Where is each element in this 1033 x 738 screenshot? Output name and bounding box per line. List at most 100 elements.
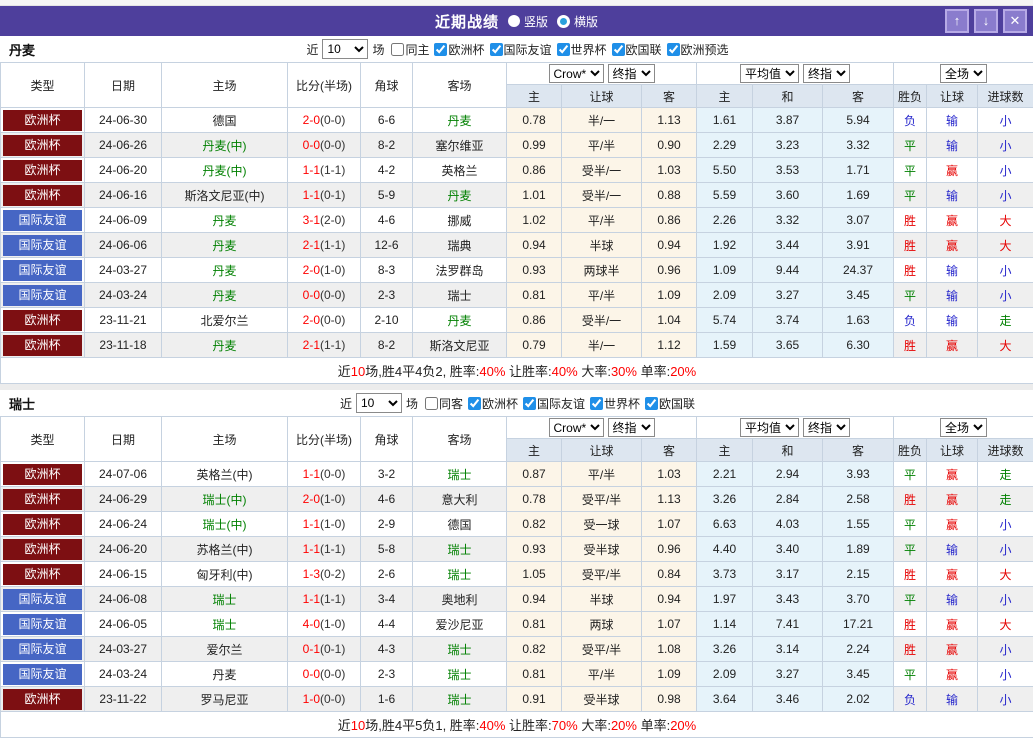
league-label: 欧洲预选 (680, 42, 729, 57)
league-label: 世界杯 (570, 42, 607, 57)
average-select[interactable]: 平均值 (740, 64, 799, 83)
same-venue-option[interactable]: 同客 (420, 395, 463, 412)
date-cell: 24-03-24 (84, 661, 162, 687)
team-title: 瑞士 (9, 396, 36, 412)
odds-away: 1.13 (641, 486, 697, 512)
league-filter-option[interactable]: 世界杯 (585, 395, 640, 412)
match-type-badge: 欧洲杯 (3, 184, 82, 206)
league-label: 欧国联 (625, 42, 662, 57)
result-handicap: 赢 (926, 611, 979, 637)
same-venue-option[interactable]: 同主 (386, 41, 429, 58)
league-label: 国际友谊 (537, 396, 586, 411)
sub-column-header: 主 (506, 438, 562, 462)
score-cell: 0-0(0-0) (287, 282, 361, 308)
league-filter-option[interactable]: 欧国联 (607, 41, 662, 58)
league-checkbox[interactable] (556, 42, 570, 56)
away-team: 塞尔维亚 (412, 132, 507, 158)
corner-cell: 8-2 (360, 132, 413, 158)
match-type-badge: 国际友谊 (3, 613, 82, 635)
avg-home: 6.63 (696, 511, 753, 537)
odds-away: 1.08 (641, 636, 697, 662)
league-filter-option[interactable]: 欧国联 (640, 395, 695, 412)
layout-radio-vertical[interactable]: 竖版 (507, 13, 548, 30)
match-type-badge: 国际友谊 (3, 638, 82, 660)
avg-home: 1.97 (696, 586, 753, 612)
same-venue-checkbox[interactable] (391, 42, 405, 56)
result-handicap: 赢 (926, 461, 979, 487)
away-team: 瑞士 (412, 536, 507, 562)
home-team: 丹麦 (161, 232, 288, 258)
score-cell: 4-0(1-0) (287, 611, 361, 637)
league-filter-option[interactable]: 国际友谊 (518, 395, 585, 412)
odds-final-select[interactable]: 终指 (607, 64, 655, 83)
select-group-header: 平均值 终指 (695, 416, 895, 439)
odds-source-select[interactable]: Crow* (548, 64, 604, 83)
match-count-select[interactable]: 10 (355, 393, 402, 413)
sub-column-header: 让球 (926, 84, 979, 108)
halftime-score: (1-1) (320, 592, 346, 606)
avg-final-select[interactable]: 终指 (803, 64, 850, 83)
match-row: 国际友谊 24-06-09 丹麦 3-1(2-0) 4-6 挪威 1.02 平/半 0.86 2.… (0, 207, 1033, 233)
close-icon[interactable]: ✕ (1003, 9, 1027, 33)
odds-away: 0.96 (641, 257, 697, 283)
avg-away: 17.21 (821, 611, 895, 637)
avg-draw: 3.74 (752, 307, 823, 333)
move-up-button[interactable]: ↑ (945, 9, 969, 33)
avg-draw: 3.44 (752, 232, 823, 258)
same-venue-checkbox[interactable] (424, 396, 438, 410)
league-filter-option[interactable]: 欧洲杯 (463, 395, 518, 412)
league-checkbox[interactable] (590, 396, 604, 410)
league-filter-option[interactable]: 世界杯 (552, 41, 607, 58)
avg-away: 3.45 (821, 282, 895, 308)
match-count-select[interactable]: 10 (322, 39, 369, 59)
average-select[interactable]: 平均值 (740, 418, 799, 437)
match-type-badge: 欧洲杯 (3, 109, 82, 131)
halftime-score: (0-0) (320, 667, 346, 681)
result-handicap: 输 (926, 686, 979, 712)
league-checkbox[interactable] (467, 396, 481, 410)
avg-home: 5.74 (696, 307, 753, 333)
odds-final-select[interactable]: 终指 (607, 418, 655, 437)
league-checkbox[interactable] (645, 396, 659, 410)
result-goals: 走 (977, 461, 1033, 487)
match-type-badge: 欧洲杯 (3, 334, 82, 356)
select-group-header: 平均值 终指 (695, 62, 895, 85)
match-row: 欧洲杯 24-06-20 丹麦(中) 1-1(1-1) 4-2 英格兰 0.86 受半/一 1.… (0, 157, 1033, 183)
move-down-button[interactable]: ↓ (974, 9, 998, 33)
league-checkbox[interactable] (434, 42, 448, 56)
result-goals: 小 (977, 511, 1033, 537)
corner-cell: 3-2 (360, 461, 413, 487)
avg-final-select[interactable]: 终指 (803, 418, 850, 437)
league-checkbox[interactable] (666, 42, 680, 56)
sub-column-header: 客 (821, 84, 895, 108)
league-filter-option[interactable]: 欧洲杯 (429, 41, 485, 58)
home-team: 丹麦 (161, 282, 288, 308)
odds-handicap: 受半/一 (561, 157, 642, 183)
league-filter-option[interactable]: 欧洲预选 (662, 41, 729, 58)
avg-draw: 3.23 (752, 132, 823, 158)
league-checkbox[interactable] (611, 42, 625, 56)
league-checkbox[interactable] (489, 42, 503, 56)
fulltime-score: 2-1 (302, 338, 320, 352)
odds-home: 0.79 (506, 332, 562, 358)
corner-cell: 4-6 (360, 207, 413, 233)
date-cell: 23-11-22 (84, 686, 162, 712)
fulltime-score: 1-1 (302, 467, 320, 481)
date-cell: 24-06-29 (84, 486, 162, 512)
odds-source-select[interactable]: Crow* (548, 418, 604, 437)
away-team: 丹麦 (412, 182, 507, 208)
layout-radio-horizontal[interactable]: 横版 (557, 13, 598, 30)
result-handicap: 输 (926, 132, 979, 158)
scope-select[interactable]: 全场 (940, 418, 988, 437)
halftime-score: (0-0) (320, 313, 346, 327)
score-cell: 2-1(1-1) (287, 332, 361, 358)
league-checkbox[interactable] (523, 396, 536, 410)
league-filter-option[interactable]: 国际友谊 (485, 41, 552, 58)
result-winloss: 平 (893, 157, 928, 183)
away-team: 瑞士 (412, 686, 507, 712)
match-row: 欧洲杯 23-11-21 北爱尔兰 2-0(0-0) 2-10 丹麦 0.86 受半/一 1.0… (0, 307, 1033, 333)
odds-away: 1.04 (641, 307, 697, 333)
date-cell: 24-06-26 (84, 132, 162, 158)
summary-segment: 40% (551, 364, 578, 379)
scope-select[interactable]: 全场 (940, 64, 988, 83)
